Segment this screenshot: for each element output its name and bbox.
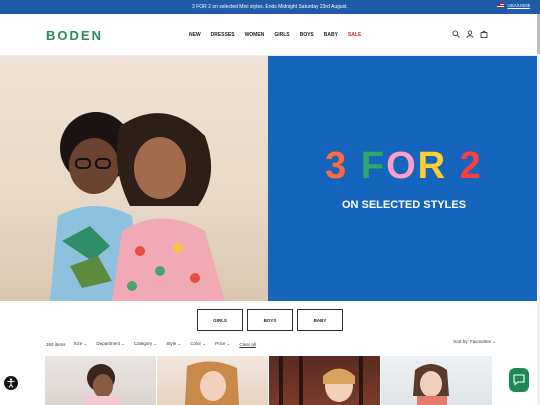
logo-letter: E (80, 28, 92, 43)
promo-bar[interactable]: 3 FOR 2 on selected Mini styles. Ends Mi… (0, 0, 540, 14)
nav-dresses[interactable]: DRESSES (211, 32, 235, 38)
chevron-down-icon: ⌄ (492, 339, 496, 344)
filter-bar: 160 items Size ⌄ Department ⌄ Category ⌄… (46, 339, 496, 349)
nav-sale[interactable]: SALE (348, 32, 361, 38)
nav-girls[interactable]: GIRLS (274, 32, 289, 38)
hero-char-5 (447, 145, 460, 187)
nav-baby[interactable]: BABY (324, 32, 338, 38)
nav-boys[interactable]: BOYS (300, 32, 314, 38)
filter-price[interactable]: Price ⌄ (215, 341, 230, 347)
locale-selector[interactable]: USA/USD$ (497, 3, 530, 8)
filter-category-label: Category (133, 341, 153, 346)
nav-women[interactable]: WOMEN (245, 32, 265, 38)
chevron-down-icon: ⌄ (226, 341, 231, 346)
us-flag-icon (497, 3, 505, 8)
product-card[interactable] (157, 356, 268, 405)
site-header: BODEN NEW DRESSES WOMEN GIRLS BOYS BABY … (0, 14, 540, 56)
chevron-down-icon: ⌄ (83, 341, 88, 346)
chevron-down-icon: ⌄ (153, 341, 158, 346)
bag-icon[interactable] (480, 30, 488, 38)
filter-color[interactable]: Color ⌄ (190, 341, 206, 347)
header-icons (452, 30, 488, 38)
hero-char-2: F (360, 144, 387, 187)
filter-style-label: Style (166, 341, 177, 346)
chevron-down-icon: ⌄ (202, 341, 207, 346)
nav-new[interactable]: NEW (189, 32, 201, 38)
filter-style[interactable]: Style ⌄ (166, 341, 181, 347)
filter-category[interactable]: Category ⌄ (134, 341, 157, 347)
logo-letter: N (91, 28, 103, 43)
locale-label[interactable]: USA/USD$ (507, 3, 530, 8)
hero-char-1 (348, 145, 361, 187)
search-icon[interactable] (452, 30, 460, 38)
hero-banner[interactable]: 3 FOR 2 ON SELECTED STYLES (0, 56, 540, 301)
item-count: 160 items (46, 341, 66, 347)
chat-icon (513, 374, 525, 386)
hero-char-0: 3 (325, 144, 349, 187)
category-girls-button[interactable]: GIRLS (197, 309, 243, 331)
logo-letter: B (46, 28, 58, 43)
chat-button[interactable] (509, 368, 529, 392)
filter-price-label: Price (215, 341, 226, 346)
sort-dropdown[interactable]: Sort by: Favourites ⌄ (453, 339, 496, 345)
hero-subheadline: ON SELECTED STYLES (341, 198, 467, 211)
category-baby-button[interactable]: BABY (297, 309, 343, 331)
filter-color-label: Color (190, 341, 202, 346)
hero-char-3: O (386, 144, 418, 187)
logo-letter: D (69, 28, 81, 43)
hero-photo-kids (0, 56, 268, 301)
accessibility-icon (7, 378, 15, 388)
sort-label: Sort by: Favourites (453, 339, 491, 344)
category-boys-button[interactable]: BOYS (247, 309, 293, 331)
product-card[interactable] (45, 356, 156, 405)
hero-headline: 3 FOR 2 (325, 147, 483, 185)
logo-letter: O (57, 28, 70, 43)
clear-all-link[interactable]: Clear all (239, 342, 256, 347)
accessibility-button[interactable] (4, 376, 18, 390)
filter-department[interactable]: Department ⌄ (96, 341, 125, 347)
filter-size-label: Size (73, 341, 83, 346)
product-card[interactable] (381, 356, 492, 405)
filter-department-label: Department (96, 341, 120, 346)
promo-text[interactable]: 3 FOR 2 on selected Mini styles. Ends Mi… (192, 4, 348, 10)
product-grid (45, 356, 492, 405)
main-nav: NEW DRESSES WOMEN GIRLS BOYS BABY SALE (189, 32, 361, 38)
chevron-down-icon: ⌄ (121, 341, 125, 346)
category-buttons: GIRLS BOYS BABY (197, 309, 343, 331)
account-icon[interactable] (466, 30, 474, 38)
product-card[interactable] (269, 356, 380, 405)
hero-char-4: R (417, 144, 448, 187)
hero-promo-panel[interactable]: 3 FOR 2 ON SELECTED STYLES (268, 56, 540, 301)
filter-size[interactable]: Size ⌄ (74, 341, 88, 347)
boden-logo[interactable]: BODEN (46, 28, 103, 43)
hero-char-6: 2 (459, 144, 483, 187)
chevron-down-icon: ⌄ (177, 341, 182, 346)
